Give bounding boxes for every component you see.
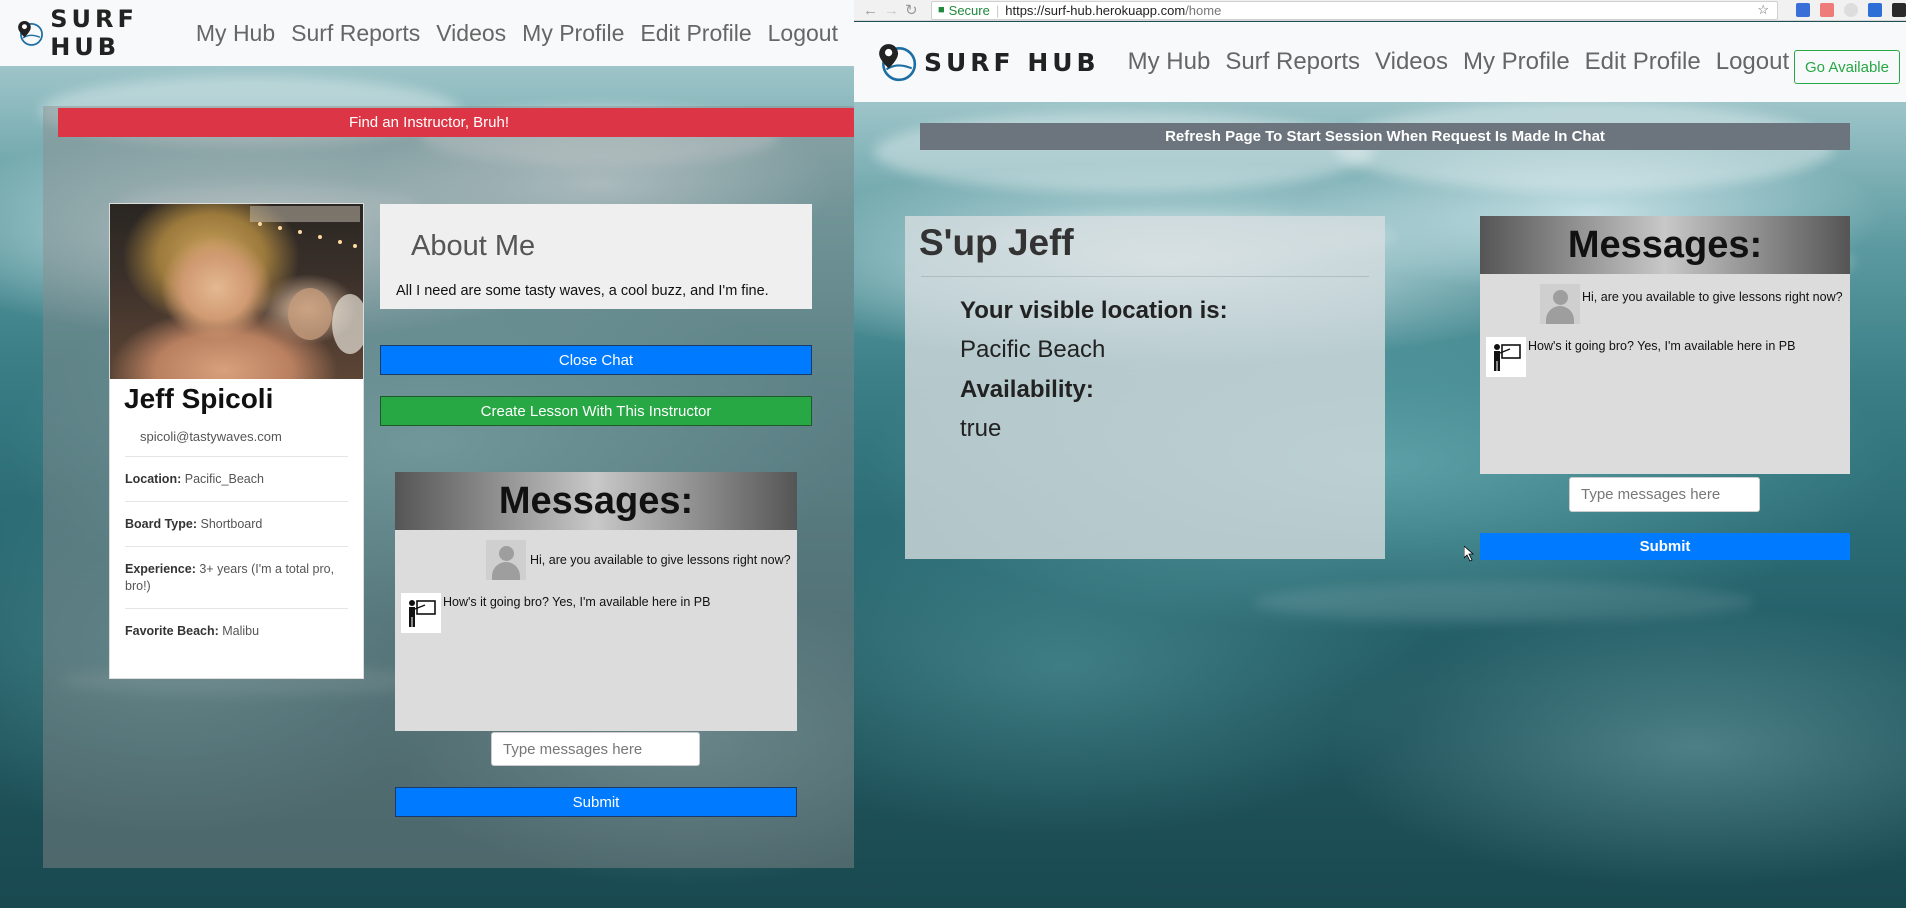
extension-icon[interactable] xyxy=(1892,3,1906,17)
nav-edit-profile[interactable]: Edit Profile xyxy=(640,20,751,47)
left-navbar: SURF HUB My Hub Surf Reports Videos My P… xyxy=(0,0,854,66)
nav-logout[interactable]: Logout xyxy=(1716,48,1789,76)
messages-title: Messages: xyxy=(395,472,797,530)
extension-icons xyxy=(1786,3,1906,17)
greeting-box: S'up Jeff Your visible location is: Paci… xyxy=(905,216,1385,559)
url-path: /home xyxy=(1185,2,1222,18)
nav-edit-profile[interactable]: Edit Profile xyxy=(1585,48,1701,76)
message-instructor: How's it going bro? Yes, I'm available h… xyxy=(401,593,710,633)
extension-icon[interactable] xyxy=(1868,3,1882,17)
go-available-button[interactable]: Go Available xyxy=(1794,50,1900,84)
nav-links: My Hub Surf Reports Videos My Profile Ed… xyxy=(1128,48,1805,76)
about-title: About Me xyxy=(411,230,536,262)
submit-button[interactable]: Submit xyxy=(395,787,797,817)
experience-label: Experience: xyxy=(125,562,196,576)
map-pin-logo-icon xyxy=(879,44,917,82)
cursor-icon xyxy=(1464,546,1475,562)
message-input[interactable]: Type messages here xyxy=(1569,477,1760,512)
profile-name: Jeff Spicoli xyxy=(124,383,274,414)
photo-lights xyxy=(250,206,363,354)
divider xyxy=(921,276,1369,277)
nav-logout[interactable]: Logout xyxy=(768,20,838,47)
brand-name: SURF HUB xyxy=(924,47,1100,77)
nav-my-hub[interactable]: My Hub xyxy=(196,20,275,47)
close-chat-button[interactable]: Close Chat xyxy=(380,345,812,375)
profile-row-experience: Experience: 3+ years (I'm a total pro, b… xyxy=(125,546,348,608)
reload-icon[interactable]: ↻ xyxy=(905,1,918,19)
url-separator: | xyxy=(995,2,1000,18)
nav-surf-reports[interactable]: Surf Reports xyxy=(1225,48,1360,76)
nav-my-hub[interactable]: My Hub xyxy=(1128,48,1211,76)
profile-row-favorite-beach: Favorite Beach: Malibu xyxy=(125,608,348,653)
find-instructor-banner[interactable]: Find an Instructor, Bruh! xyxy=(58,108,854,137)
star-icon[interactable]: ☆ xyxy=(1757,2,1769,18)
location-value: Pacific_Beach xyxy=(184,472,264,486)
nav-my-profile[interactable]: My Profile xyxy=(1463,48,1570,76)
find-instructor-label: Find an Instructor, Bruh! xyxy=(348,114,510,131)
profile-row-board-type: Board Type: Shortboard xyxy=(125,501,348,546)
location-value: Pacific Beach xyxy=(960,336,1106,363)
message-text: Hi, are you available to give lessons ri… xyxy=(1582,290,1843,304)
user-avatar-icon xyxy=(486,540,526,580)
profile-details: Location: Pacific_Beach Board Type: Shor… xyxy=(125,456,348,653)
nav-links: My Hub Surf Reports Videos My Profile Ed… xyxy=(196,20,854,47)
user-avatar-icon xyxy=(1540,284,1580,324)
message-text: Hi, are you available to give lessons ri… xyxy=(530,553,791,567)
right-browser-window: ← → ↻ ■ Secure | https://surf-hub.heroku… xyxy=(854,0,1906,908)
back-arrow-icon[interactable]: ← xyxy=(863,2,878,19)
create-lesson-button[interactable]: Create Lesson With This Instructor xyxy=(380,396,812,426)
about-text: All I need are some tasty waves, a cool … xyxy=(396,283,769,299)
secure-label: Secure xyxy=(948,2,990,18)
instructor-icon xyxy=(401,593,441,633)
browser-toolbar: ← → ↻ ■ Secure | https://surf-hub.heroku… xyxy=(854,0,1906,21)
profile-email: spicoli@tastywaves.com xyxy=(140,429,282,444)
message-user: Hi, are you available to give lessons ri… xyxy=(486,540,791,580)
messages-title: Messages: xyxy=(1480,216,1850,274)
nav-videos[interactable]: Videos xyxy=(436,20,506,47)
nav-videos[interactable]: Videos xyxy=(1375,48,1448,76)
availability-label: Availability: xyxy=(960,376,1094,403)
greeting-title: S'up Jeff xyxy=(919,222,1074,263)
extension-icon[interactable] xyxy=(1820,3,1834,17)
board-type-label: Board Type: xyxy=(125,517,197,531)
message-text: How's it going bro? Yes, I'm available h… xyxy=(443,595,711,609)
favorite-beach-value: Malibu xyxy=(222,624,260,638)
right-navbar: SURF HUB My Hub Surf Reports Videos My P… xyxy=(854,22,1906,102)
messages-box: Messages: Hi, are you available to give … xyxy=(395,472,797,731)
location-label: Location: xyxy=(125,472,182,486)
location-label: Your visible location is: xyxy=(960,297,1228,324)
url-host: https://surf-hub.herokuapp.com xyxy=(1005,2,1186,18)
left-browser-window: SURF HUB My Hub Surf Reports Videos My P… xyxy=(0,0,854,908)
brand[interactable]: SURF HUB xyxy=(16,5,170,61)
message-instructor: How's it going bro? Yes, I'm available h… xyxy=(1486,337,1795,377)
messages-box: Messages: Hi, are you available to give … xyxy=(1480,216,1850,474)
profile-photo xyxy=(110,204,363,379)
refresh-banner: Refresh Page To Start Session When Reque… xyxy=(920,123,1850,150)
profile-card: Jeff Spicoli spicoli@tastywaves.com Loca… xyxy=(109,203,364,679)
extension-icon[interactable] xyxy=(1796,3,1810,17)
favorite-beach-label: Favorite Beach: xyxy=(125,624,219,638)
forward-arrow-icon[interactable]: → xyxy=(884,2,899,19)
nav-surf-reports[interactable]: Surf Reports xyxy=(291,20,420,47)
about-me-box: About Me All I need are some tasty waves… xyxy=(380,204,812,309)
availability-value: true xyxy=(960,415,1002,442)
nav-my-profile[interactable]: My Profile xyxy=(522,20,624,47)
brand[interactable]: SURF HUB xyxy=(876,41,1100,83)
message-input[interactable]: Type messages here xyxy=(491,732,700,766)
address-bar[interactable]: ■ Secure | https://surf-hub.herokuapp.co… xyxy=(931,0,1778,20)
instructor-icon xyxy=(1486,337,1526,377)
lock-icon: ■ xyxy=(938,4,945,16)
map-pin-logo-icon xyxy=(18,21,43,46)
board-type-value: Shortboard xyxy=(200,517,263,531)
message-user: Hi, are you available to give lessons ri… xyxy=(1540,284,1843,324)
message-text: How's it going bro? Yes, I'm available h… xyxy=(1528,339,1796,353)
profile-row-location: Location: Pacific_Beach xyxy=(125,456,348,501)
extension-icon[interactable] xyxy=(1844,3,1858,17)
submit-button[interactable]: Submit xyxy=(1480,533,1850,560)
brand-name: SURF HUB xyxy=(50,5,138,61)
